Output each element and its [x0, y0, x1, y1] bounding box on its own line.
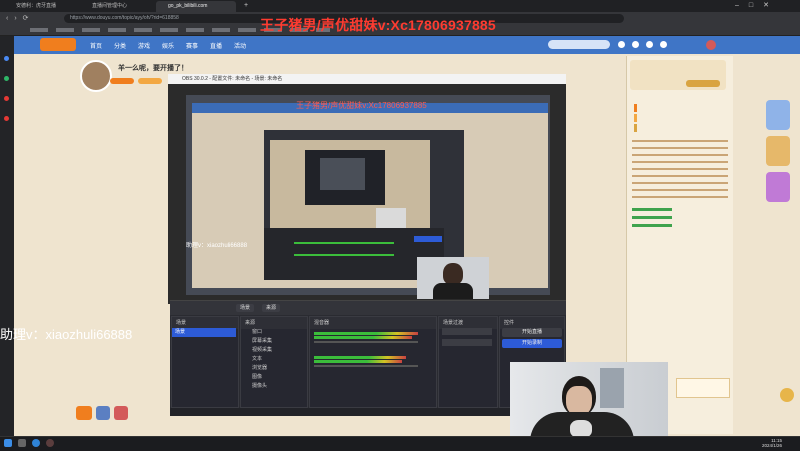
sources-dock: 来源 — [240, 316, 308, 408]
webcam-shelf — [600, 368, 624, 408]
audio-meter — [314, 336, 412, 339]
obs-scene-button[interactable]: 场景 — [236, 304, 255, 312]
nav-item[interactable]: 赛事 — [186, 41, 198, 50]
gift-messages — [632, 208, 672, 230]
start-icon[interactable] — [4, 439, 12, 447]
rank-row — [634, 114, 727, 122]
nav-item[interactable]: 活动 — [234, 41, 246, 50]
site-search-input[interactable] — [548, 40, 610, 49]
audio-meter — [314, 332, 418, 335]
overlay-assistant-text: 助理v：xiaozhuli66888 — [0, 327, 133, 342]
start-streaming-button[interactable]: 开始直播 — [502, 328, 562, 337]
side-app-icon[interactable] — [4, 96, 9, 101]
browser-tab[interactable]: 安德利：虎牙直播 — [4, 1, 74, 12]
dock-title: 混音器 — [310, 317, 436, 329]
obs-status-bar — [170, 408, 566, 416]
history-icon[interactable] — [618, 41, 625, 48]
window-controls-icon[interactable]: –□✕ — [735, 1, 779, 9]
tab-label: go_pk_bilibili.com — [168, 3, 208, 9]
fan-badge — [138, 78, 162, 84]
chat-messages — [632, 140, 728, 200]
captured-obs-button — [414, 236, 442, 242]
download-icon[interactable] — [660, 41, 667, 48]
overlay-watermark: 王子猪男/声优甜妹v:Xc17806937885 — [260, 17, 496, 33]
nav-item[interactable]: 直播 — [210, 41, 222, 50]
person-body — [433, 283, 473, 299]
message-icon[interactable] — [646, 41, 653, 48]
source-item[interactable]: 视频采集 — [252, 346, 272, 353]
side-app-icon[interactable] — [4, 116, 9, 121]
nav-item[interactable]: 分类 — [114, 41, 126, 50]
person-head — [443, 263, 463, 285]
bottom-badge[interactable] — [114, 406, 128, 420]
header-user-icons — [618, 40, 718, 50]
right-side-ad[interactable] — [760, 100, 796, 260]
volume-slider[interactable] — [314, 341, 418, 343]
nested-watermark: 王子猪男/声优甜妹v:Xc17806937885 — [296, 101, 427, 110]
start-recording-button[interactable]: 开始录制 — [502, 339, 562, 348]
level-badge — [110, 78, 134, 84]
site-logo[interactable] — [40, 38, 76, 51]
nested-webcam-small — [376, 208, 406, 228]
rank-header — [630, 60, 726, 90]
obs-window-titlebar: OBS 30.0.2 - 配置文件: 未命名 - 场景: 未命名 — [168, 74, 566, 84]
rank-row — [634, 124, 727, 132]
volume-slider[interactable] — [314, 365, 418, 367]
tab-label: 直播间管理中心 — [92, 3, 128, 9]
captured-meter — [294, 242, 394, 244]
captured-meter — [294, 254, 394, 256]
nav-item[interactable]: 首页 — [90, 41, 102, 50]
obs-source-button[interactable]: 来源 — [262, 304, 281, 312]
ad-banner[interactable] — [766, 172, 790, 202]
audio-meter — [314, 356, 406, 359]
obs-icon[interactable] — [46, 439, 54, 447]
windows-taskbar — [0, 436, 800, 451]
browser-tab-bar: 安德利：虎牙直播 直播间管理中心 go_pk_bilibili.com + –□… — [0, 0, 800, 12]
browser-tab[interactable]: 直播间管理中心 — [80, 1, 150, 12]
chat-input[interactable] — [676, 378, 730, 398]
floating-gift-icon[interactable] — [780, 388, 794, 402]
clock-date: 2024/1/26 — [762, 443, 783, 448]
ad-banner[interactable] — [766, 136, 790, 166]
source-item[interactable]: 屏幕采集 — [252, 337, 272, 344]
new-tab-icon[interactable]: + — [244, 2, 248, 9]
captured-player-level4 — [320, 158, 365, 190]
browser-tab-active[interactable]: go_pk_bilibili.com — [156, 1, 236, 12]
taskbar-clock[interactable]: 11:15 2024/1/26 — [762, 438, 782, 448]
duration-input[interactable] — [442, 339, 492, 346]
side-app-icon[interactable] — [4, 76, 9, 81]
source-item[interactable]: 文本 — [252, 355, 262, 362]
ad-banner[interactable] — [766, 100, 790, 130]
obs-toolbar: 场景 来源 — [170, 301, 566, 315]
nav-arrows-icon[interactable]: ‹›⟳ — [6, 14, 35, 22]
browser-icon[interactable] — [32, 439, 40, 447]
rank-button[interactable] — [686, 80, 720, 87]
user-avatar[interactable] — [706, 40, 716, 50]
scene-item-selected[interactable]: 场景 — [172, 328, 236, 337]
dock-title: 来源 — [241, 317, 307, 329]
follow-icon[interactable] — [632, 41, 639, 48]
search-icon[interactable] — [18, 439, 26, 447]
audio-meter — [314, 360, 402, 363]
tab-label: 安德利：虎牙直播 — [16, 3, 57, 9]
bottom-badge[interactable] — [96, 406, 110, 420]
source-item[interactable]: 窗口 — [252, 328, 262, 335]
nav-item[interactable]: 娱乐 — [162, 41, 174, 50]
nested-assistant-text: 助理v：xiaozhuli66888 — [186, 243, 248, 249]
streamer-avatar[interactable] — [80, 60, 112, 92]
transition-select[interactable] — [442, 328, 492, 335]
bottom-badge[interactable] — [76, 406, 92, 420]
browser-side-panel — [0, 36, 14, 436]
source-item[interactable]: 浏览器 — [252, 364, 267, 371]
room-title: 羊一么呢，要开播了！ — [118, 65, 188, 72]
side-app-icon[interactable] — [4, 56, 9, 61]
nested-webcam — [417, 257, 489, 299]
nav-item[interactable]: 游戏 — [138, 41, 150, 50]
rank-row — [634, 104, 727, 112]
source-item[interactable]: 图像 — [252, 373, 262, 380]
source-item[interactable]: 摄像头 — [252, 382, 267, 389]
